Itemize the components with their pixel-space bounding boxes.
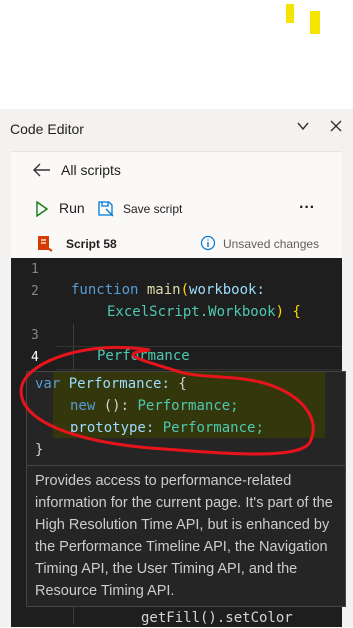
yellow-mark-left xyxy=(286,4,294,23)
play-icon xyxy=(35,200,49,222)
unsaved-status: Unsaved changes xyxy=(223,237,320,251)
back-arrow-icon xyxy=(33,163,51,182)
save-script-button[interactable]: Save script xyxy=(97,197,207,221)
token-param: workbook: xyxy=(189,282,265,298)
script-name: Script 58 xyxy=(66,237,117,251)
back-link[interactable]: All scripts xyxy=(33,160,153,182)
token-paren: ) xyxy=(275,304,285,320)
token-type: ExcelScript.Workbook xyxy=(107,304,276,320)
panel-header: Code Editor xyxy=(0,109,353,149)
line-number: 2 xyxy=(31,284,39,299)
run-label: Run xyxy=(59,200,85,216)
yellow-mark-right xyxy=(310,11,320,34)
run-button[interactable]: Run xyxy=(35,197,95,221)
code-line-2: function main(workbook: xyxy=(71,282,265,298)
panel-title: Code Editor xyxy=(10,121,84,137)
back-label: All scripts xyxy=(61,162,121,178)
chevron-down-icon[interactable] xyxy=(294,119,312,137)
save-icon xyxy=(97,200,115,222)
more-options-button[interactable]: ··· xyxy=(299,199,315,217)
script-file-icon xyxy=(37,235,53,257)
token-brace: { xyxy=(292,304,301,320)
token-paren: ( xyxy=(180,282,190,298)
token-function: main xyxy=(146,282,181,298)
token-keyword: function xyxy=(71,282,139,298)
code-line-bottom: getFill().setColor xyxy=(141,610,293,626)
code-line-2-wrap: ExcelScript.Workbook) { xyxy=(107,304,301,320)
red-annotation-circle xyxy=(19,345,315,456)
line-number: 1 xyxy=(31,262,39,277)
info-icon xyxy=(200,235,216,256)
close-icon[interactable] xyxy=(327,119,345,137)
save-label: Save script xyxy=(123,202,183,216)
